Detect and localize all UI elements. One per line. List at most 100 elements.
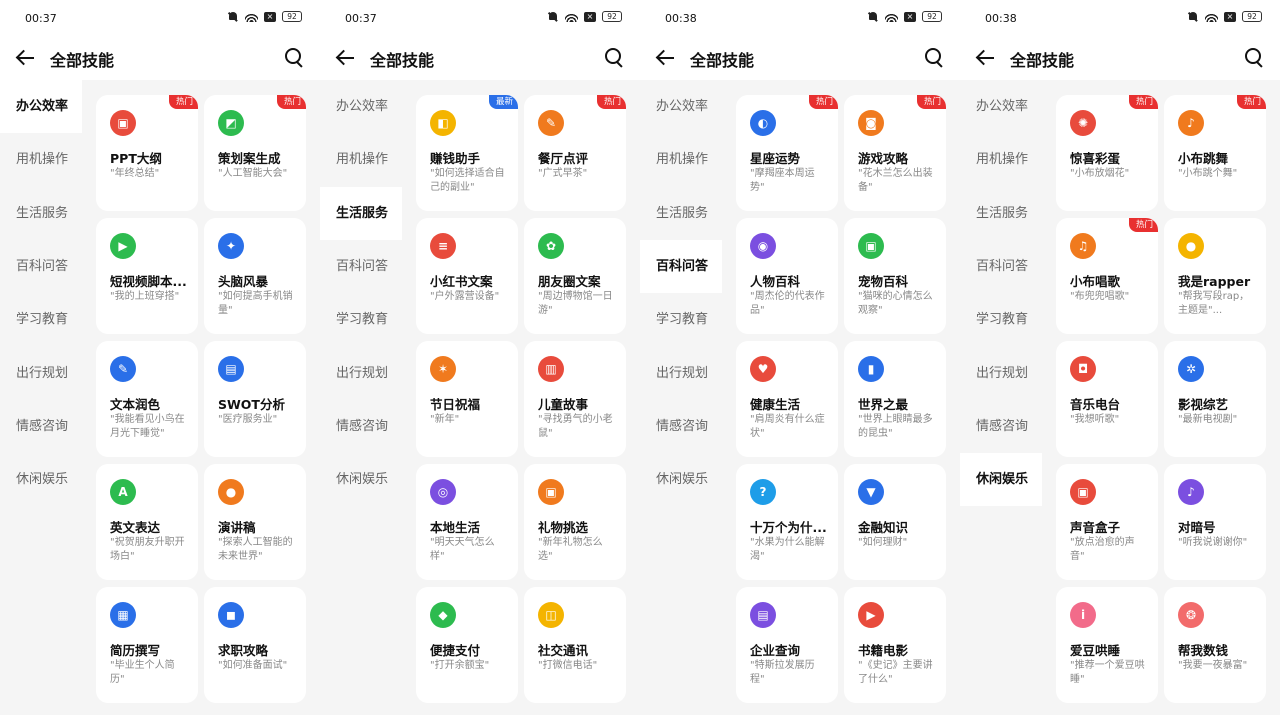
- skill-card[interactable]: ✎ 文本润色 "我能看见小鸟在月光下睡觉": [96, 341, 198, 457]
- skill-icon: ◘: [1070, 356, 1096, 382]
- sidebar-item-category[interactable]: 百科问答: [640, 240, 722, 293]
- skill-card[interactable]: ▣ 热门 PPT大纲 "年终总结": [96, 95, 198, 211]
- sidebar-item-category[interactable]: 出行规划: [0, 347, 82, 400]
- skill-card[interactable]: ▼ 金融知识 "如何理财": [844, 464, 946, 580]
- search-icon[interactable]: [922, 46, 946, 70]
- skill-card[interactable]: ▣ 声音盒子 "放点治愈的声音": [1056, 464, 1158, 580]
- sidebar-item-category[interactable]: 学习教育: [320, 293, 402, 346]
- mute-icon: [867, 11, 879, 22]
- skill-card[interactable]: ◼ 求职攻略 "如何准备面试": [204, 587, 306, 703]
- sidebar-item-category[interactable]: 生活服务: [320, 187, 402, 240]
- sidebar-item-category[interactable]: 百科问答: [960, 240, 1042, 293]
- sidebar-item-category[interactable]: 出行规划: [960, 347, 1042, 400]
- sidebar-item-category[interactable]: 生活服务: [0, 187, 82, 240]
- sidebar-item-category[interactable]: 用机操作: [0, 133, 82, 186]
- skill-card[interactable]: ▤ SWOT分析 "医疗服务业": [204, 341, 306, 457]
- skill-example: "广式早茶": [538, 168, 588, 179]
- sidebar-item-category[interactable]: 办公效率: [960, 80, 1042, 133]
- skill-card[interactable]: ▦ 简历撰写 "毕业生个人简历": [96, 587, 198, 703]
- wifi-icon: [1205, 11, 1218, 22]
- skill-card[interactable]: ✎ 热门 餐厅点评 "广式早茶": [524, 95, 626, 211]
- sidebar-item-category[interactable]: 休闲娱乐: [320, 453, 402, 506]
- skill-card[interactable]: ◎ 本地生活 "明天天气怎么样": [416, 464, 518, 580]
- sidebar-item-category[interactable]: 出行规划: [640, 347, 722, 400]
- skill-name: 世界之最: [858, 397, 909, 412]
- skill-icon: ▦: [110, 602, 136, 628]
- skill-card[interactable]: ≡ 小红书文案 "户外露营设备": [416, 218, 518, 334]
- skill-card[interactable]: ◐ 热门 星座运势 "摩羯座本周运势": [736, 95, 838, 211]
- sidebar-item-category[interactable]: 生活服务: [640, 187, 722, 240]
- skill-card[interactable]: ✶ 节日祝福 "新年": [416, 341, 518, 457]
- skill-card[interactable]: ♪ 对暗号 "听我说谢谢你": [1164, 464, 1266, 580]
- skill-card[interactable]: i 爱豆哄睡 "推荐一个爱豆哄睡": [1056, 587, 1158, 703]
- sidebar-item-category[interactable]: 休闲娱乐: [640, 453, 722, 506]
- skill-card[interactable]: ● 演讲稿 "探索人工智能的未来世界": [204, 464, 306, 580]
- skill-icon: i: [1070, 602, 1096, 628]
- sidebar-item-category[interactable]: 学习教育: [960, 293, 1042, 346]
- skill-name: 游戏攻略: [858, 151, 909, 166]
- skill-card[interactable]: ❂ 帮我数钱 "我要一夜暴富": [1164, 587, 1266, 703]
- skill-card[interactable]: ♥ 健康生活 "肩周炎有什么症状": [736, 341, 838, 457]
- page-title: 全部技能: [690, 51, 755, 70]
- sidebar-item-category[interactable]: 办公效率: [0, 80, 82, 133]
- skill-example: "放点治愈的声音": [1070, 537, 1135, 562]
- status-bar: 00:37 × 92: [320, 0, 640, 38]
- search-icon[interactable]: [282, 46, 306, 70]
- skill-card[interactable]: ▣ 礼物挑选 "新年礼物怎么选": [524, 464, 626, 580]
- sidebar-item-category[interactable]: 用机操作: [960, 133, 1042, 186]
- skill-card[interactable]: ◙ 热门 游戏攻略 "花木兰怎么出装备": [844, 95, 946, 211]
- skill-card[interactable]: ✿ 朋友圈文案 "周边博物馆一日游": [524, 218, 626, 334]
- back-arrow-icon[interactable]: [14, 46, 38, 70]
- sidebar-item-category[interactable]: 办公效率: [640, 80, 722, 133]
- skill-card[interactable]: ♫ 热门 小布唱歌 "布兜兜唱歌": [1056, 218, 1158, 334]
- battery-icon: 92: [1242, 11, 1262, 22]
- skill-card[interactable]: ● 我是rapper "帮我写段rap，主题是"...: [1164, 218, 1266, 334]
- skill-name: 声音盒子: [1070, 520, 1121, 535]
- sidebar-item-category[interactable]: 休闲娱乐: [960, 453, 1042, 506]
- skill-card[interactable]: A 英文表达 "祝贺朋友升职开场白": [96, 464, 198, 580]
- sidebar-item-category[interactable]: 学习教育: [0, 293, 82, 346]
- sidebar-item-category[interactable]: 用机操作: [320, 133, 402, 186]
- skill-card[interactable]: ✲ 影视综艺 "最新电视剧": [1164, 341, 1266, 457]
- skill-card[interactable]: ◘ 音乐电台 "我想听歌": [1056, 341, 1158, 457]
- sidebar-item-category[interactable]: 用机操作: [640, 133, 722, 186]
- skill-name: 小布跳舞: [1178, 151, 1229, 166]
- sidebar-item-category[interactable]: 情感咨询: [320, 400, 402, 453]
- search-icon[interactable]: [1242, 46, 1266, 70]
- sidebar-item-category[interactable]: 学习教育: [640, 293, 722, 346]
- sidebar-item-category[interactable]: 情感咨询: [960, 400, 1042, 453]
- skill-card[interactable]: ◆ 便捷支付 "打开余额宝": [416, 587, 518, 703]
- sidebar-item-category[interactable]: 情感咨询: [640, 400, 722, 453]
- sidebar-item-category[interactable]: 出行规划: [320, 347, 402, 400]
- skill-example: "如何理财": [858, 537, 908, 548]
- skill-card[interactable]: ▥ 儿童故事 "寻找勇气的小老鼠": [524, 341, 626, 457]
- skill-card[interactable]: ◫ 社交通讯 "打微信电话": [524, 587, 626, 703]
- skill-card[interactable]: ◩ 热门 策划案生成 "人工智能大会": [204, 95, 306, 211]
- sidebar-item-category[interactable]: 情感咨询: [0, 400, 82, 453]
- search-icon[interactable]: [602, 46, 626, 70]
- sidebar-item-category[interactable]: 休闲娱乐: [0, 453, 82, 506]
- skill-example: "摩羯座本周运势": [750, 168, 815, 193]
- skill-card[interactable]: ♪ 热门 小布跳舞 "小布跳个舞": [1164, 95, 1266, 211]
- skill-card[interactable]: ◧ 最新 赚钱助手 "如何选择适合自己的副业": [416, 95, 518, 211]
- sidebar-item-category[interactable]: 生活服务: [960, 187, 1042, 240]
- skill-card[interactable]: ? 十万个为什... "水果为什么能解渴": [736, 464, 838, 580]
- back-arrow-icon[interactable]: [334, 46, 358, 70]
- skill-name: 餐厅点评: [538, 151, 589, 166]
- skill-card[interactable]: ◉ 人物百科 "周杰伦的代表作品": [736, 218, 838, 334]
- skill-card[interactable]: ▮ 世界之最 "世界上眼睛最多的昆虫": [844, 341, 946, 457]
- skill-card[interactable]: ✺ 热门 惊喜彩蛋 "小布放烟花": [1056, 95, 1158, 211]
- skill-card[interactable]: ▤ 企业查询 "特斯拉发展历程": [736, 587, 838, 703]
- skill-card[interactable]: ▶ 短视频脚本... "我的上班穿搭": [96, 218, 198, 334]
- sidebar-item-category[interactable]: 办公效率: [320, 80, 402, 133]
- skill-name: PPT大纲: [110, 151, 162, 166]
- sidebar-item-category[interactable]: 百科问答: [320, 240, 402, 293]
- sidebar-item-category[interactable]: 百科问答: [0, 240, 82, 293]
- skill-card[interactable]: ▣ 宠物百科 "猫咪的心情怎么观察": [844, 218, 946, 334]
- skill-card[interactable]: ▶ 书籍电影 "《史记》主要讲了什么": [844, 587, 946, 703]
- back-arrow-icon[interactable]: [654, 46, 678, 70]
- back-arrow-icon[interactable]: [974, 46, 998, 70]
- skill-name: 我是rapper: [1178, 274, 1251, 289]
- skills-screen-1: 00:37 × 92 全部技能 办公效率 用机操作 生活服务 百科问答 学习教育 出行规划 情感咨询…: [0, 0, 320, 715]
- skill-card[interactable]: ✦ 头脑风暴 "如何提高手机销量": [204, 218, 306, 334]
